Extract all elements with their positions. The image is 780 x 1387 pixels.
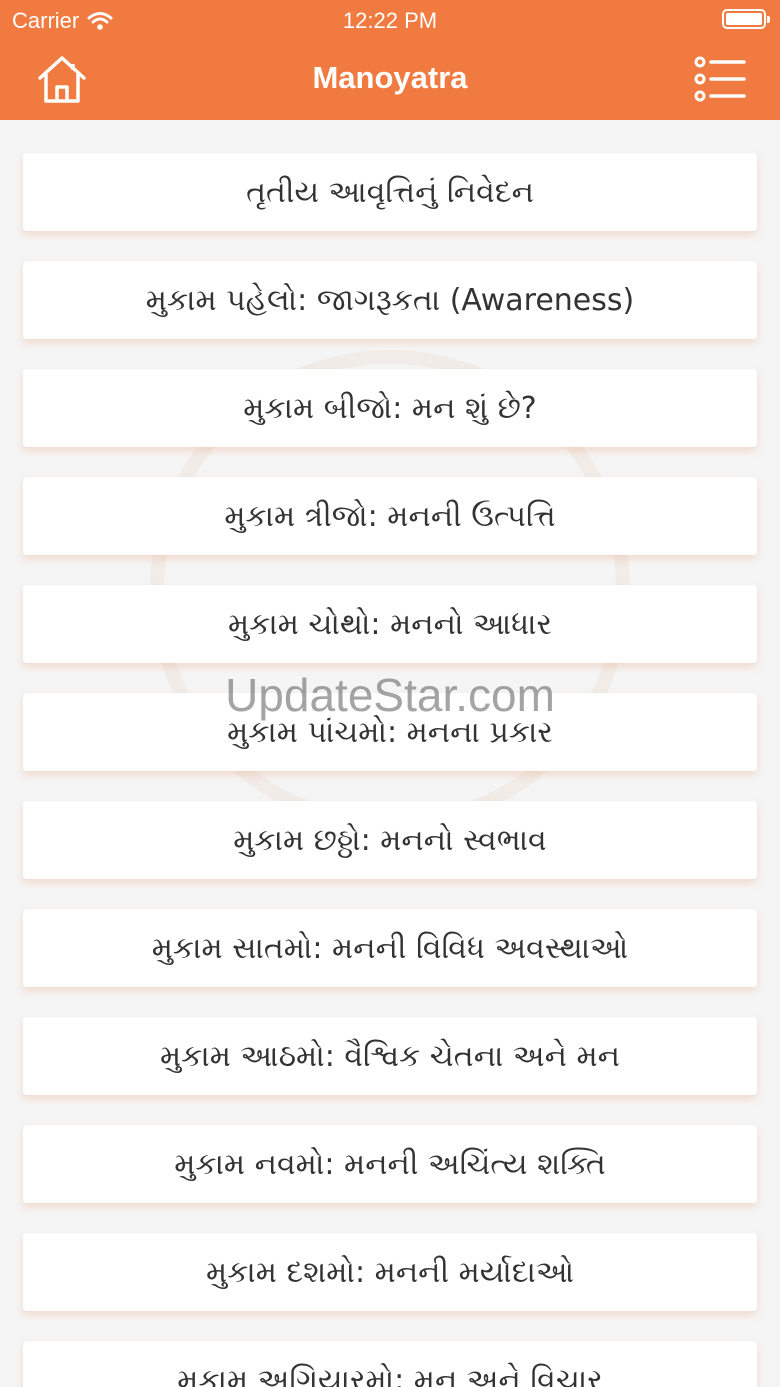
chapter-item[interactable]: મુકામ પાંચમો: મનના પ્રકાર — [23, 693, 757, 771]
chapter-item[interactable]: મુકામ નવમો: મનની અચિંત્ય શક્તિ — [23, 1125, 757, 1203]
chapter-item[interactable]: મુકામ આઠમો: વૈશ્વિક ચેતના અને મન — [23, 1017, 757, 1095]
menu-button[interactable] — [694, 56, 746, 102]
chapter-list: તૃતીય આવૃત્તિનું નિવેદન મુકામ પહેલો: જાગ… — [23, 153, 757, 1387]
chapter-item[interactable]: મુકામ બીજો: મન શું છે? — [23, 369, 757, 447]
chapter-item[interactable]: મુકામ સાતમો: મનની વિવિધ અવસ્થાઓ — [23, 909, 757, 987]
chapter-item[interactable]: તૃતીય આવૃત્તિનું નિવેદન — [23, 153, 757, 231]
status-bar: Carrier 12:22 PM — [0, 0, 780, 40]
navigation-bar: Manoyatra — [0, 40, 780, 120]
page-title: Manoyatra — [312, 60, 468, 95]
chapter-item[interactable]: મુકામ પહેલો: જાગરૂકતા (Awareness) — [23, 261, 757, 339]
list-menu-icon — [694, 56, 746, 102]
battery-icon — [722, 9, 770, 29]
chapter-list-area[interactable]: તૃતીય આવૃત્તિનું નિવેદન મુકામ પહેલો: જાગ… — [0, 120, 780, 1387]
chapter-item[interactable]: મુકામ ચોથો: મનનો આધાર — [23, 585, 757, 663]
clock: 12:22 PM — [342, 8, 438, 33]
chapter-item[interactable]: મુકામ ત્રીજો: મનની ઉત્પત્તિ — [23, 477, 757, 555]
chapter-item[interactable]: મુકામ દશમો: મનની મર્યાદાઓ — [23, 1233, 757, 1311]
chapter-item[interactable]: મુકામ છઠ્ઠો: મનનો સ્વભાવ — [23, 801, 757, 879]
chapter-item[interactable]: મુકામ અગિયારમો: મન અને વિચાર — [23, 1341, 757, 1387]
